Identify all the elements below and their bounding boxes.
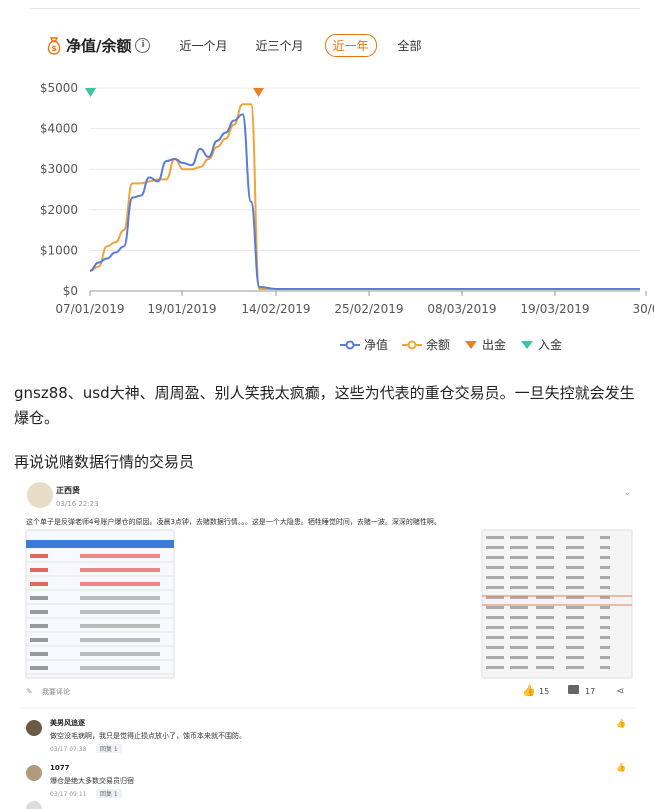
triangle-down-icon [521,340,534,349]
legend-label: 出金 [482,338,507,352]
paragraph-1: gnsz88、usd大神、周周盈、别人笑我太疯癫，这些为代表的重仓交易员。一旦失… [14,384,635,427]
like-icon: 👍 [616,762,626,772]
comment-prompt: 我要评论 [42,687,70,696]
x-tick-label: 25/02/2019 [334,302,403,316]
post-image: 正西贤 03/16 22:23 ⌄ 这个单子是反弹老师4号账户爆仓的原因。凌晨3… [20,482,636,809]
reply-avatar [26,720,42,736]
legend-line-icon [402,340,423,349]
comment-icon [568,685,579,694]
legend-balance[interactable]: 余额 [402,336,450,353]
deposit-marker[interactable] [85,88,96,97]
y-tick-label: $4000 [40,122,78,136]
reply-button: 回复 1 [100,745,118,753]
x-tick-label: 19/01/2019 [147,302,216,316]
legend-label: 净值 [364,338,389,352]
y-tick-label: $2000 [40,203,78,217]
series-line [89,103,640,290]
chart-legend: 净值 余额 出金 入金 [340,336,576,353]
x-tick-label: 30/0 [633,302,654,316]
reply-time: 03/17 09:11 [50,791,87,798]
series-line [89,113,640,290]
comment-count: 17 [585,687,595,696]
thumbs-up-icon: 👍 [522,684,536,697]
y-tick-label: $1000 [40,243,78,257]
author-avatar [27,482,53,508]
x-tick-label: 19/03/2019 [520,302,589,316]
embedded-table-right [481,529,633,679]
y-tick-label: $0 [63,284,78,298]
reply-avatar [26,765,42,781]
share-icon: ⋖ [616,686,624,697]
embedded-post-screenshot: 正西贤 03/16 22:23 ⌄ 这个单子是反弹老师4号账户爆仓的原因。凌晨3… [20,478,636,809]
withdraw-marker[interactable] [253,88,264,97]
like-icon: 👍 [616,718,626,728]
reply-button: 回复 1 [100,790,118,798]
legend-deposit[interactable]: 入金 [520,336,562,353]
like-count: 15 [539,687,549,696]
x-tick-label: 08/03/2019 [427,302,496,316]
legend-line-icon [340,340,360,349]
y-tick-label: $3000 [40,162,78,176]
post-time: 03/16 22:23 [56,500,99,508]
equity-balance-chart: $5000 $4000 $3000 $2000 $1000 $0 07/01/2019 19/… [40,81,654,316]
reply-name: 1077 [50,764,70,772]
reply-text: 做空没毛病啊，我只是觉得止损点放小了，蚀币本来就不围防。 [50,731,246,740]
legend-equity[interactable]: 净值 [340,336,388,353]
chevron-down-icon: ⌄ [624,488,631,497]
x-tick-label: 07/01/2019 [55,302,124,316]
legend-label: 余额 [426,338,451,352]
reply-text: 爆仓是绝大多数交易员归宿 [50,776,134,785]
post-text: 这个单子是反弹老师4号账户爆仓的原因。凌晨3点钟，去赌数据行情。。。这是一个大隐… [26,517,441,526]
chart-card: $ 净值/余额 i 近一个月 近三个月 近一年 全部 $5000 $4000 $30… [0,20,654,365]
post-author: 正西贤 [56,486,80,495]
top-divider [30,8,640,9]
legend-withdraw[interactable]: 出金 [464,336,506,353]
legend-label: 入金 [538,338,563,352]
x-tick-label: 14/02/2019 [241,302,310,316]
pencil-icon: ✎ [26,687,33,696]
paragraph-2: 再说说赌数据行情的交易员 [14,453,195,471]
reply-time: 03/17 07:38 [50,746,87,753]
triangle-down-icon [465,340,478,349]
y-tick-label: $5000 [40,81,78,95]
reply-name: 美男风追逐 [50,718,85,727]
